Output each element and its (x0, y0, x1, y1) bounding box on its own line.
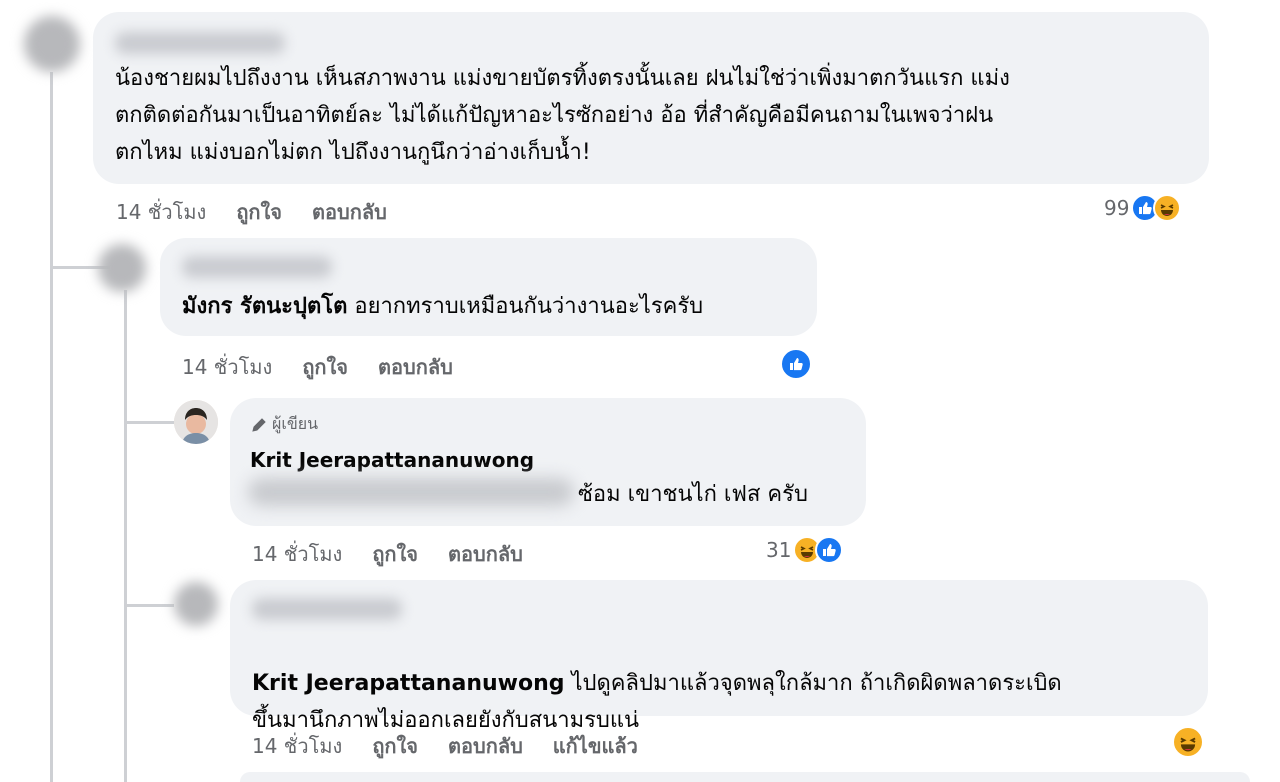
mention-link[interactable]: มังกร รัตนะปุตโต (182, 294, 347, 319)
commenter-name[interactable]: Krit Jeerapattananuwong (250, 448, 534, 472)
thread-line-sub (124, 290, 127, 782)
comment-text: น้องชายผมไปถึงงาน เห็นสภาพงาน แม่งขายบัต… (115, 66, 1010, 165)
comment-time[interactable]: 14 ชั่วโมง (252, 538, 342, 570)
comment-time[interactable]: 14 ชั่วโมง (182, 351, 272, 383)
reply-button[interactable]: ตอบกลับ (378, 351, 453, 383)
comment-bubble: Krit Jeerapattananuwong ไปดูคลิปมาแล้วจุ… (230, 580, 1208, 733)
comment-text: ซ้อม เขาชนไก่ เฟส ครับ (578, 482, 808, 507)
like-button[interactable]: ถูกใจ (372, 538, 418, 570)
comment-text: มังกร รัตนะปุตโต อยากทราบเหมือนกันว่างาน… (182, 288, 812, 325)
reply-button[interactable]: ตอบกลับ (448, 730, 523, 762)
author-avatar[interactable] (174, 400, 218, 444)
author-badge: ผู้เขียน (250, 412, 318, 437)
avatar[interactable] (24, 16, 80, 72)
pencil-icon (252, 417, 266, 432)
reaction-summary[interactable]: 99 (1104, 194, 1182, 222)
like-icon (780, 348, 812, 380)
mention-link[interactable]: Krit Jeerapattananuwong (252, 671, 565, 696)
haha-icon (1153, 194, 1182, 222)
thread-line-branch-3 (124, 604, 174, 607)
haha-icon (1172, 726, 1204, 758)
reaction-summary[interactable] (1172, 726, 1204, 758)
reaction-summary[interactable] (780, 348, 812, 380)
reply-button[interactable]: ตอบกลับ (448, 538, 523, 570)
comment-actions: 14 ชั่วโมง ถูกใจ ตอบกลับ แก้ไขแล้ว (252, 730, 638, 762)
commenter-name-blurred[interactable] (252, 598, 402, 620)
next-comment-bubble (240, 772, 1250, 782)
reaction-count: 31 (766, 538, 792, 562)
comment-bubble: มังกร รัตนะปุตโต อยากทราบเหมือนกันว่างาน… (160, 238, 817, 336)
comment-actions: 14 ชั่วโมง ถูกใจ ตอบกลับ (116, 196, 387, 228)
thread-line-branch-2 (124, 421, 174, 424)
like-button[interactable]: ถูกใจ (372, 730, 418, 762)
comment-actions: 14 ชั่วโมง ถูกใจ ตอบกลับ (252, 538, 523, 570)
comment-bubble: ผู้เขียน Krit Jeerapattananuwong ซ้อม เข… (230, 398, 866, 526)
comment-time[interactable]: 14 ชั่วโมง (116, 196, 206, 228)
like-icon (815, 536, 844, 564)
thread-line-main (50, 72, 53, 782)
comment-actions: 14 ชั่วโมง ถูกใจ ตอบกลับ (182, 351, 453, 383)
like-button[interactable]: ถูกใจ (236, 196, 282, 228)
comment-time[interactable]: 14 ชั่วโมง (252, 730, 342, 762)
author-badge-label: ผู้เขียน (272, 414, 319, 433)
comment-text: Krit Jeerapattananuwong ไปดูคลิปมาแล้วจุ… (252, 628, 1202, 739)
reply-button[interactable]: ตอบกลับ (312, 196, 387, 228)
like-button[interactable]: ถูกใจ (302, 351, 348, 383)
commenter-name-blurred[interactable] (182, 256, 332, 278)
avatar[interactable] (98, 244, 146, 292)
edited-label: แก้ไขแล้ว (552, 734, 638, 758)
blurred-text (248, 478, 574, 506)
reaction-count: 99 (1104, 196, 1130, 220)
comment-body-line1: ไปดูคลิปมาแล้วจุดพลุใกล้มาก ถ้าเกิดผิดพล… (564, 671, 1062, 696)
comment-body: อยากทราบเหมือนกันว่างานอะไรครับ (347, 294, 704, 319)
comment-bubble: น้องชายผมไปถึงงาน เห็นสภาพงาน แม่งขายบัต… (93, 12, 1209, 184)
avatar[interactable] (174, 582, 218, 626)
commenter-name-blurred[interactable] (115, 32, 285, 54)
reaction-summary[interactable]: 31 (766, 536, 844, 564)
